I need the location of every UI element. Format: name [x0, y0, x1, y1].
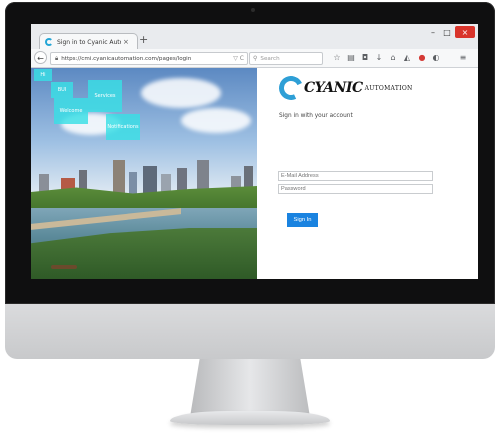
- browser-window: Sign in to Cyanic Automati... × + – □ × …: [31, 24, 478, 279]
- cyanic-favicon-icon: [45, 38, 53, 46]
- city-photo: Hi BUI Services Welcome Notifications: [31, 68, 257, 279]
- tile-services[interactable]: Services: [88, 80, 122, 112]
- cloud: [141, 78, 221, 108]
- search-input[interactable]: ⚲ Search: [249, 52, 323, 65]
- brand-name: CYANIC: [304, 80, 363, 96]
- search-placeholder: Search: [260, 55, 280, 62]
- tile-bui[interactable]: BUI: [51, 82, 73, 98]
- menu-icon[interactable]: ≡: [457, 52, 469, 64]
- navigation-bar: ← 🔒︎ https://cmi.cyanicautomation.com/pa…: [31, 49, 478, 68]
- star-icon[interactable]: ☆: [331, 52, 343, 64]
- cyanic-logo-mark-icon: [275, 72, 307, 104]
- monitor-stand-base: [170, 411, 330, 425]
- brand-subtitle: AUTOMATION: [364, 84, 413, 92]
- browser-tab[interactable]: Sign in to Cyanic Automati... ×: [39, 33, 138, 50]
- send-icon[interactable]: ◭: [401, 52, 413, 64]
- password-field[interactable]: [278, 184, 433, 194]
- sign-in-button[interactable]: Sign In: [287, 213, 318, 227]
- pocket-icon[interactable]: ◘: [359, 52, 371, 64]
- boat: [51, 265, 77, 269]
- tile-hi[interactable]: Hi: [34, 69, 52, 81]
- login-page: Hi BUI Services Welcome Notifications CY…: [31, 68, 478, 279]
- download-icon[interactable]: ↓: [373, 52, 385, 64]
- cyanic-logo: CYANIC AUTOMATION: [275, 72, 413, 104]
- tab-close-icon[interactable]: ×: [123, 38, 129, 46]
- tile-notifications[interactable]: Notifications: [106, 114, 140, 140]
- minimize-button[interactable]: –: [427, 26, 439, 38]
- tab-strip: Sign in to Cyanic Automati... × + – □ ×: [31, 24, 478, 50]
- new-tab-button[interactable]: +: [139, 33, 148, 47]
- building: [143, 166, 157, 196]
- login-panel: CYANIC AUTOMATION Sign in with your acco…: [257, 68, 478, 279]
- url-text: https://cmi.cyanicautomation.com/pages/l…: [61, 55, 192, 62]
- tile-welcome[interactable]: Welcome: [54, 98, 88, 124]
- home-icon[interactable]: ⌂: [387, 52, 399, 64]
- monitor-stand-neck: [190, 359, 310, 417]
- reading-list-icon[interactable]: ▤: [345, 52, 357, 64]
- back-arrow-icon[interactable]: ←: [34, 51, 47, 64]
- building: [129, 172, 137, 196]
- building: [113, 160, 125, 196]
- address-bar[interactable]: 🔒︎ https://cmi.cyanicautomation.com/page…: [50, 52, 248, 65]
- monitor-chin: [5, 304, 495, 359]
- reload-icon[interactable]: ▽ C: [233, 55, 244, 62]
- maximize-button[interactable]: □: [441, 26, 453, 38]
- email-field[interactable]: [278, 171, 433, 181]
- signin-prompt: Sign in with your account: [279, 113, 353, 119]
- camera-dot: [251, 8, 255, 12]
- tab-title: Sign in to Cyanic Automati...: [57, 38, 121, 46]
- cloud: [181, 108, 251, 133]
- search-icon: ⚲: [253, 55, 258, 62]
- profile-icon[interactable]: ◐: [430, 52, 442, 64]
- close-window-button[interactable]: ×: [455, 26, 475, 38]
- lock-icon: 🔒︎: [55, 54, 59, 62]
- addon-icon[interactable]: ●: [416, 52, 428, 64]
